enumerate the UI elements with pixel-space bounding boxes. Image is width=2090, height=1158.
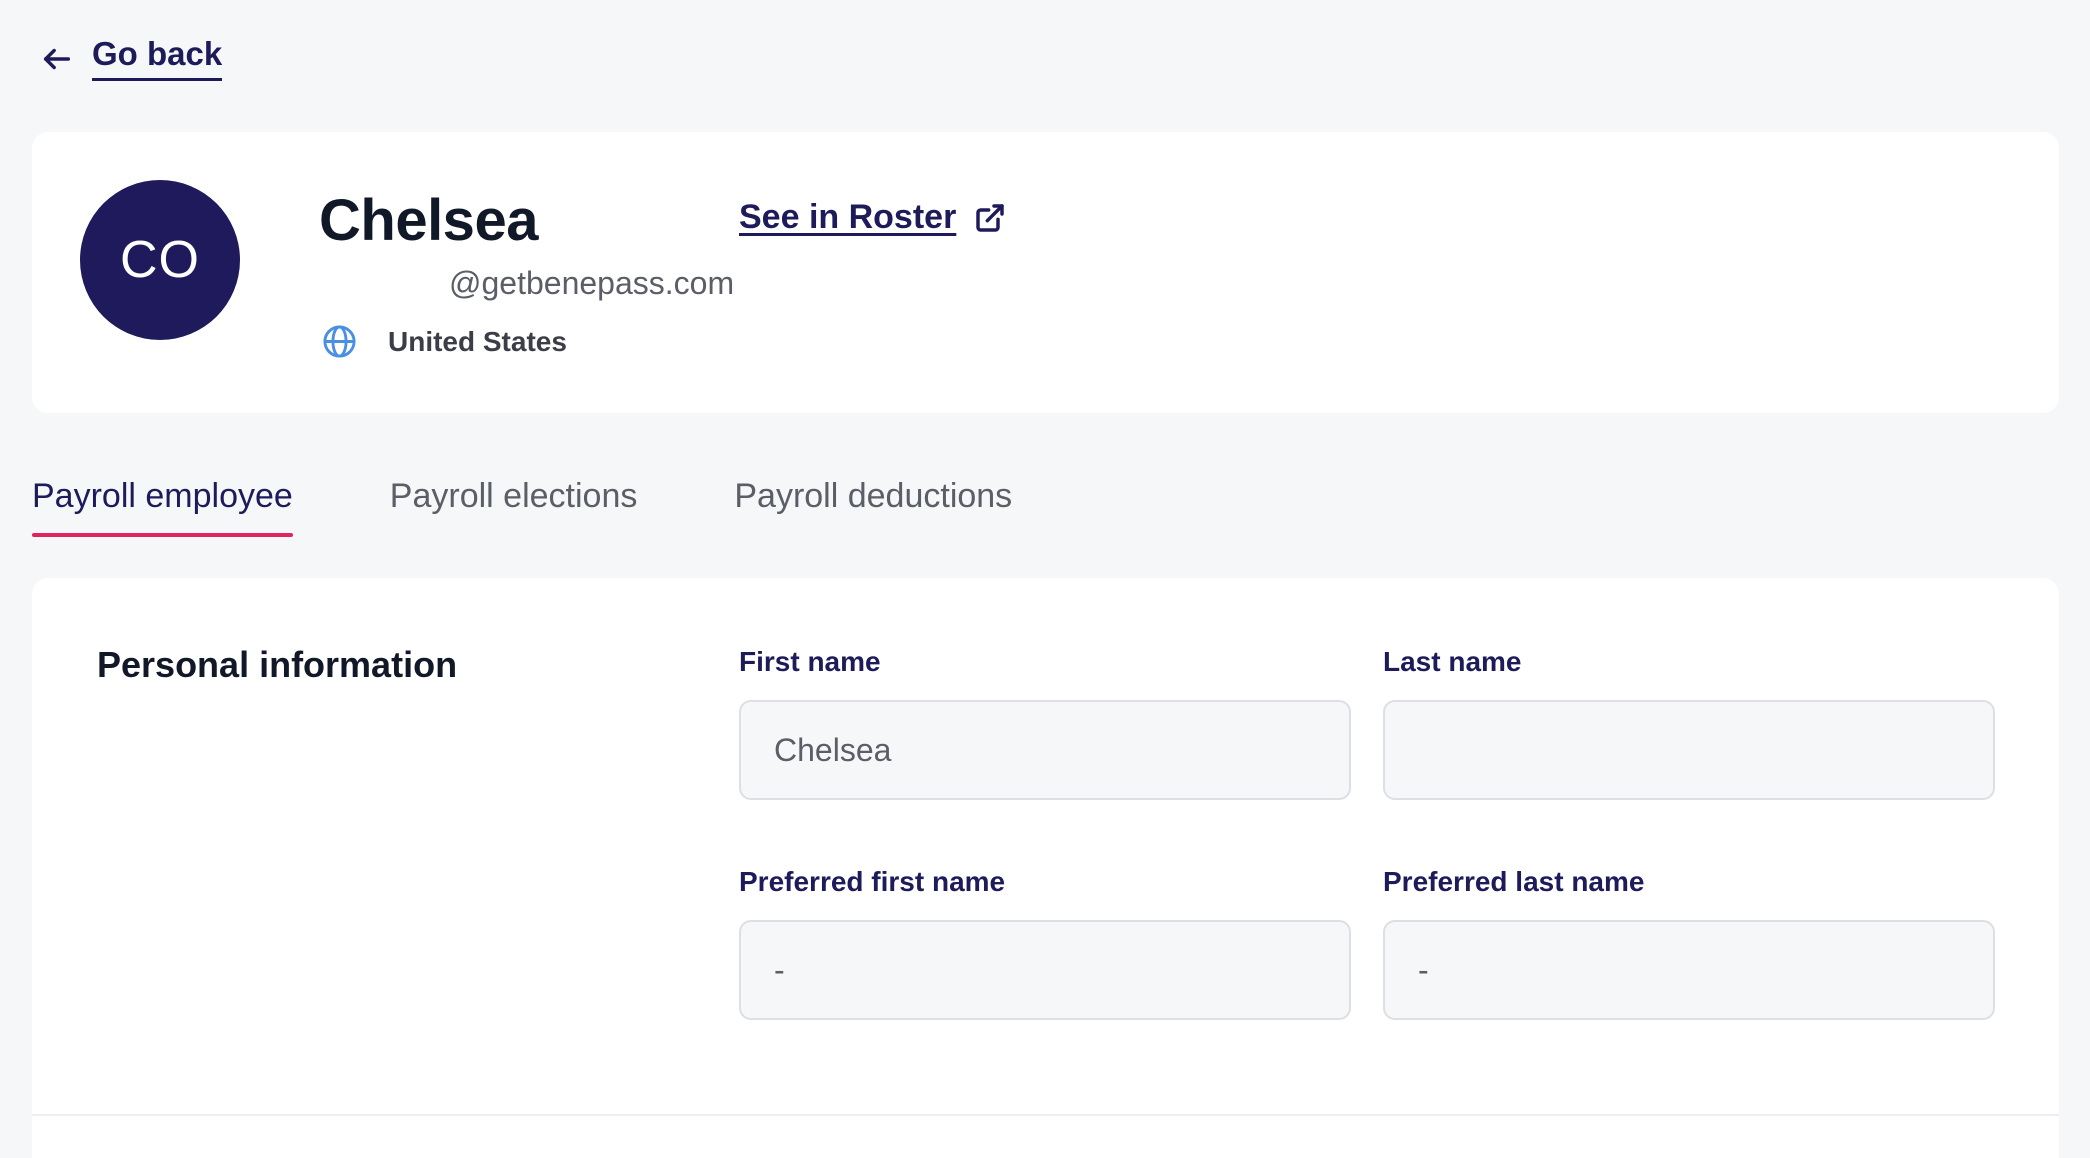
country-label: United States xyxy=(388,325,567,357)
personal-information-card: Personal information First name Chelsea … xyxy=(32,578,2059,1158)
last-name-input[interactable] xyxy=(1383,700,1995,800)
profile-header-card: CO Chelsea See in Roster @getbenepass.co… xyxy=(32,132,2059,413)
see-in-roster-label: See in Roster xyxy=(739,198,957,236)
first-name-field: First name Chelsea xyxy=(739,644,1351,800)
employee-email: @getbenepass.com xyxy=(449,265,735,301)
section-divider xyxy=(32,1114,2059,1116)
tab-bar: Payroll employee Payroll elections Payro… xyxy=(32,476,1012,537)
avatar-initials: CO xyxy=(120,231,200,289)
go-back-label: Go back xyxy=(92,35,223,82)
first-name-label: First name xyxy=(739,646,881,677)
preferred-last-name-field: Preferred last name - xyxy=(1383,864,1995,1020)
go-back-link[interactable]: Go back xyxy=(40,35,223,82)
preferred-last-name-label: Preferred last name xyxy=(1383,866,1645,897)
employee-country: United States xyxy=(322,324,567,359)
see-in-roster-link[interactable]: See in Roster xyxy=(739,198,1006,237)
section-title: Personal information xyxy=(97,644,458,685)
first-name-input[interactable]: Chelsea xyxy=(739,700,1351,800)
last-name-field: Last name xyxy=(1383,644,1995,800)
preferred-first-name-label: Preferred first name xyxy=(739,866,1006,897)
tab-payroll-employee[interactable]: Payroll employee xyxy=(32,476,293,537)
tab-payroll-deductions[interactable]: Payroll deductions xyxy=(734,476,1012,537)
avatar: CO xyxy=(80,180,240,340)
preferred-last-name-input[interactable]: - xyxy=(1383,920,1995,1020)
tab-payroll-elections[interactable]: Payroll elections xyxy=(390,476,638,537)
arrow-left-icon xyxy=(43,48,71,69)
last-name-label: Last name xyxy=(1383,646,1522,677)
preferred-first-name-input[interactable]: - xyxy=(739,920,1351,1020)
external-link-icon xyxy=(976,203,1005,232)
employee-name: Chelsea xyxy=(319,188,538,253)
globe-icon xyxy=(323,325,356,358)
page: Go back CO Chelsea See in Roster @getben… xyxy=(0,0,2090,1158)
preferred-first-name-field: Preferred first name - xyxy=(739,864,1351,1020)
